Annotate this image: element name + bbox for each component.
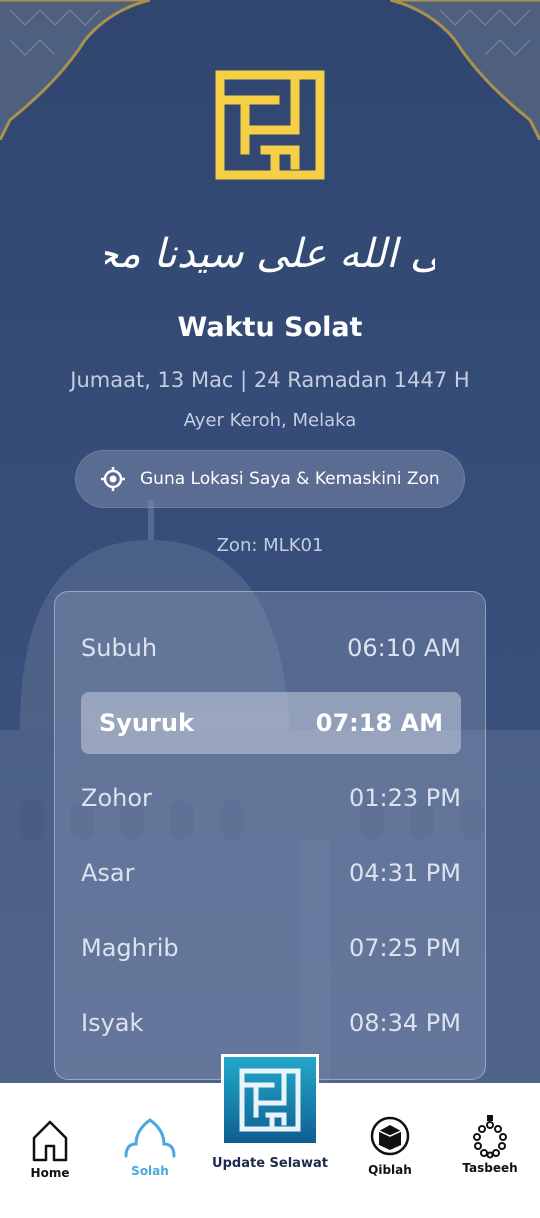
- kaaba-icon: [370, 1116, 410, 1156]
- use-location-button[interactable]: Guna Lokasi Saya & Kemaskini Zon: [75, 450, 465, 508]
- use-location-label: Guna Lokasi Saya & Kemaskini Zon: [140, 469, 440, 489]
- location-target-icon: [101, 467, 125, 491]
- nav-solah[interactable]: Solah: [100, 1116, 200, 1178]
- prayer-row-syuruk-active: Syuruk 07:18 AM: [81, 692, 461, 754]
- mosque-dome-icon: [124, 1118, 176, 1158]
- prayer-time: 07:25 PM: [349, 934, 461, 962]
- selawat-calligraphy: صلى الله على سيدنا محمد: [105, 231, 435, 277]
- svg-text:صلى الله على سيدنا محمد: صلى الله على سيدنا محمد: [105, 231, 435, 277]
- prayer-name: Maghrib: [81, 934, 179, 962]
- prayer-beads-icon: [473, 1115, 507, 1159]
- prayer-name: Isyak: [81, 1009, 144, 1037]
- prayer-name: Syuruk: [99, 709, 194, 737]
- prayer-row-subuh: Subuh 06:10 AM: [81, 617, 461, 679]
- update-selawat-logo-icon: [224, 1057, 316, 1143]
- nav-qiblah-label: Qiblah: [368, 1163, 412, 1177]
- prayer-time: 07:18 AM: [315, 709, 443, 737]
- update-selawat-label: Update Selawat: [212, 1156, 328, 1171]
- prayer-name: Asar: [81, 859, 135, 887]
- page-title: Waktu Solat: [177, 312, 363, 343]
- prayer-name: Zohor: [81, 784, 152, 812]
- nav-home-label: Home: [30, 1166, 70, 1180]
- prayer-time: 04:31 PM: [349, 859, 461, 887]
- prayer-row-isyak: Isyak 08:34 PM: [81, 992, 461, 1054]
- current-location: Ayer Keroh, Melaka: [183, 410, 357, 431]
- current-date: Jumaat, 13 Mac | 24 Ramadan 1447 H: [70, 368, 470, 392]
- prayer-time: 01:23 PM: [349, 784, 461, 812]
- prayer-row-asar: Asar 04:31 PM: [81, 842, 461, 904]
- update-selawat-button[interactable]: [221, 1054, 319, 1146]
- home-icon: [32, 1120, 68, 1162]
- zone-label: Zon: MLK01: [216, 535, 324, 556]
- nav-home[interactable]: Home: [0, 1118, 100, 1180]
- prayer-times-card: Subuh 06:10 AM Syuruk 07:18 AM Zohor 01:…: [54, 591, 486, 1080]
- nav-solah-label: Solah: [131, 1164, 169, 1178]
- nav-qiblah[interactable]: Qiblah: [340, 1115, 440, 1177]
- nav-tasbeeh-label: Tasbeeh: [462, 1161, 518, 1175]
- ornament-corner-right: [390, 0, 540, 140]
- prayer-time: 08:34 PM: [349, 1009, 461, 1037]
- prayer-row-zohor: Zohor 01:23 PM: [81, 767, 461, 829]
- ornament-corner-left: [0, 0, 150, 140]
- prayer-time: 06:10 AM: [347, 634, 461, 662]
- nav-tasbeeh[interactable]: Tasbeeh: [440, 1115, 540, 1175]
- prayer-row-maghrib: Maghrib 07:25 PM: [81, 917, 461, 979]
- app-logo: [215, 70, 325, 180]
- prayer-name: Subuh: [81, 634, 158, 662]
